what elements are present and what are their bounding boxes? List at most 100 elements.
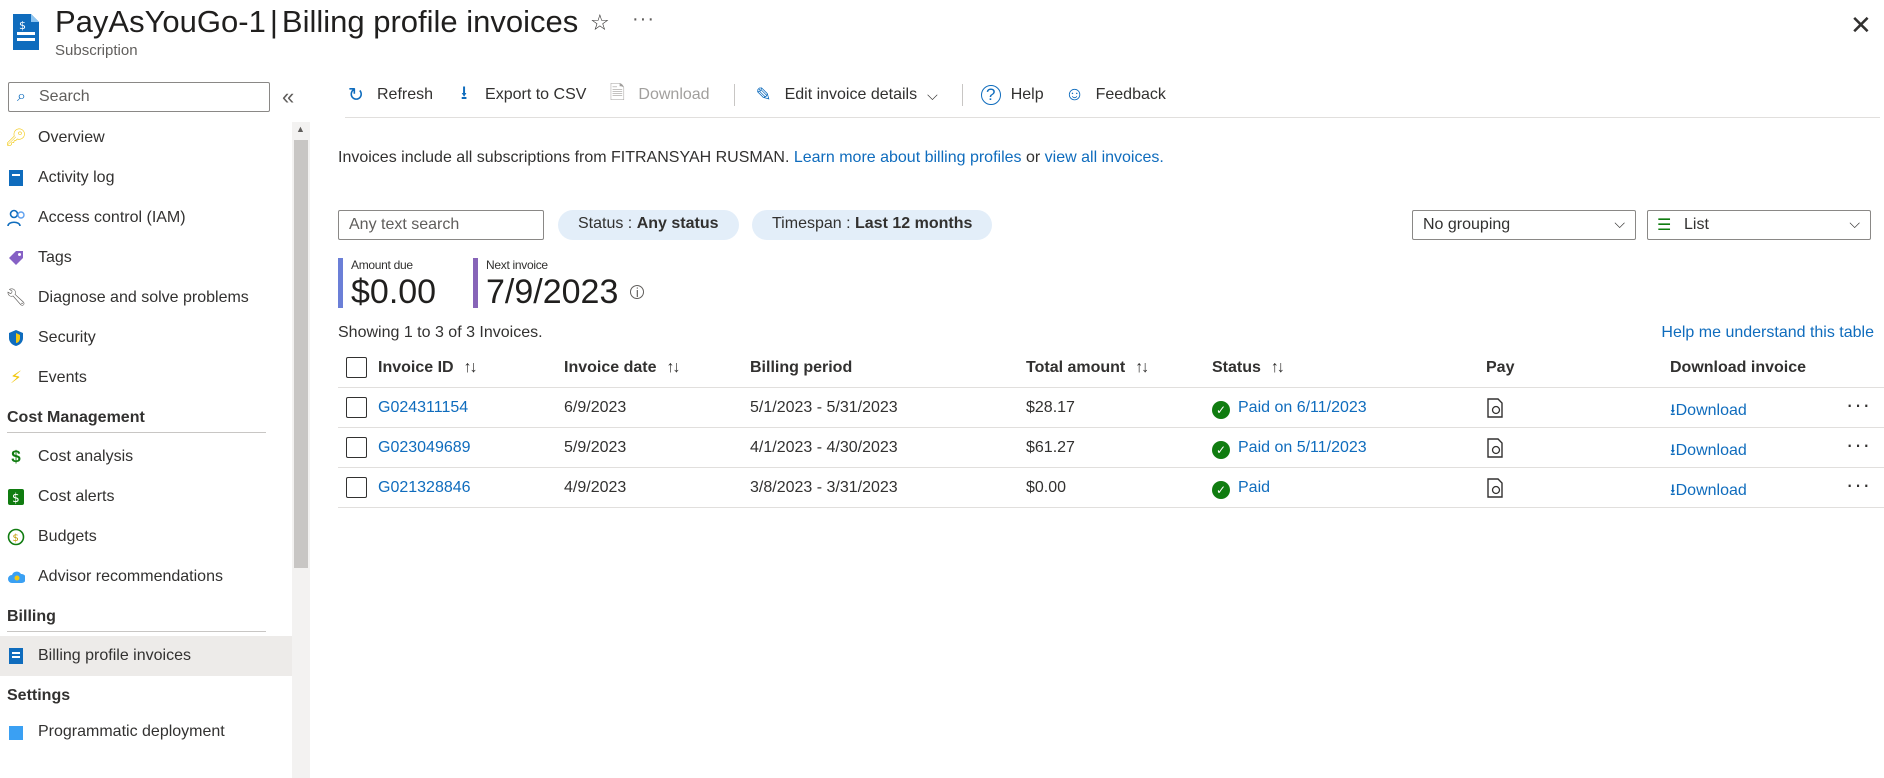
- timespan-filter-pill[interactable]: Timespan : Last 12 months: [752, 210, 993, 240]
- section-divider: [7, 631, 266, 632]
- sidebar-item-cost-analysis[interactable]: $ Cost analysis: [0, 437, 292, 477]
- grouping-dropdown[interactable]: No grouping ⌵: [1412, 210, 1636, 240]
- sidebar-item-programmatic-deployment[interactable]: Programmatic deployment: [0, 712, 292, 752]
- sort-icon[interactable]: ↑↓: [1135, 359, 1149, 376]
- sidebar-item-cost-alerts[interactable]: $ Cost alerts: [0, 477, 292, 517]
- table-row: G024311154 6/9/2023 5/1/2023 - 5/31/2023…: [338, 388, 1884, 428]
- people-icon: [7, 208, 25, 228]
- amount-due-kpi: Amount due $0.00: [338, 258, 436, 310]
- more-icon[interactable]: ···: [632, 8, 655, 31]
- status-link[interactable]: Paid on 6/11/2023: [1238, 399, 1367, 416]
- sidebar-item-label: Diagnose and solve problems: [38, 289, 249, 306]
- sidebar-item-budgets[interactable]: $ Budgets: [0, 517, 292, 557]
- edit-label: Edit invoice details: [784, 86, 918, 103]
- sidebar-item-label: Security: [38, 329, 96, 346]
- row-more-icon[interactable]: ···: [1846, 472, 1871, 498]
- star-icon[interactable]: ☆: [590, 10, 610, 36]
- refresh-label: Refresh: [377, 86, 434, 103]
- sidebar-item-label: Activity log: [38, 169, 115, 186]
- total-amount: $28.17: [1026, 399, 1075, 416]
- sidebar-scrollbar-thumb[interactable]: [294, 140, 308, 568]
- table-header-row: Invoice ID ↑↓ Invoice date ↑↓ Billing peri…: [338, 348, 1884, 388]
- sidebar-item-activity-log[interactable]: Activity log: [0, 158, 292, 198]
- help-understand-table-link[interactable]: Help me understand this table: [1661, 324, 1874, 342]
- info-icon[interactable]: i: [630, 285, 645, 299]
- sort-icon[interactable]: ↑↓: [666, 359, 680, 376]
- lightning-icon: ⚡︎: [10, 368, 22, 387]
- column-header-total-amount[interactable]: Total amount ↑↓: [1026, 359, 1149, 377]
- text-search-input[interactable]: Any text search: [338, 210, 544, 240]
- text-search-placeholder: Any text search: [349, 216, 460, 233]
- status-link[interactable]: Paid on 5/11/2023: [1238, 439, 1367, 456]
- select-all-checkbox[interactable]: [346, 357, 367, 378]
- view-all-invoices-link[interactable]: view all invoices.: [1045, 149, 1164, 166]
- row-more-icon[interactable]: ···: [1846, 432, 1871, 458]
- timespan-filter-label: Timespan :: [772, 215, 851, 232]
- close-icon[interactable]: ✕: [1850, 10, 1872, 41]
- scroll-up-icon[interactable]: ▲: [296, 124, 305, 134]
- row-checkbox[interactable]: [346, 397, 367, 418]
- row-checkbox[interactable]: [346, 437, 367, 458]
- sidebar-item-diagnose[interactable]: 🔧︎ Diagnose and solve problems: [0, 278, 292, 318]
- column-header-invoice-id[interactable]: Invoice ID ↑↓: [378, 359, 478, 377]
- pay-document-icon[interactable]: [1486, 438, 1504, 458]
- sidebar-item-billing-profile-invoices[interactable]: Billing profile invoices: [0, 636, 292, 676]
- column-header-billing-period: Billing period: [750, 359, 853, 376]
- download-link-label: Download: [1675, 482, 1747, 499]
- download-invoice-link[interactable]: ⭳Download: [1670, 402, 1747, 419]
- section-settings: Settings: [7, 687, 71, 704]
- pay-document-icon[interactable]: [1486, 398, 1504, 418]
- page-header: $ PayAsYouGo-1 | Billing profile invoices …: [0, 0, 1884, 70]
- sidebar-item-events[interactable]: ⚡︎ Events: [0, 358, 292, 398]
- status-link[interactable]: Paid: [1238, 479, 1270, 496]
- billing-period: 5/1/2023 - 5/31/2023: [750, 399, 898, 416]
- sidebar-search-input[interactable]: ⌕ Search: [8, 82, 270, 112]
- page-title: PayAsYouGo-1 | Billing profile invoices: [55, 4, 578, 40]
- sidebar-item-access-control[interactable]: Access control (IAM): [0, 198, 292, 238]
- download-button[interactable]: 🗎︎ Download: [606, 80, 719, 110]
- sidebar-item-label: Tags: [38, 249, 72, 266]
- invoice-date: 4/9/2023: [564, 479, 627, 496]
- export-csv-button[interactable]: ⭳ Export to CSV: [453, 80, 596, 110]
- sidebar-item-advisor[interactable]: Advisor recommendations: [0, 557, 292, 597]
- learn-more-link[interactable]: Learn more about billing profiles: [794, 149, 1022, 166]
- invoice-icon: [7, 646, 25, 666]
- toolbar-divider: [733, 84, 735, 106]
- invoice-id-link[interactable]: G021328846: [378, 479, 471, 497]
- sidebar-item-overview[interactable]: 🔑︎ Overview: [0, 118, 292, 158]
- column-header-status[interactable]: Status ↑↓: [1212, 359, 1285, 377]
- status-filter-pill[interactable]: Status : Any status: [558, 210, 739, 240]
- collapse-sidebar-icon[interactable]: «: [282, 84, 294, 110]
- row-checkbox[interactable]: [346, 477, 367, 498]
- download-invoice-link[interactable]: ⭳Download: [1670, 442, 1747, 459]
- sidebar-nav: 🔑︎ Overview Activity log Access control …: [0, 118, 292, 752]
- refresh-button[interactable]: ↻ Refresh: [345, 80, 443, 110]
- toolbar-divider: [961, 84, 963, 106]
- column-header-invoice-date[interactable]: Invoice date ↑↓: [564, 359, 680, 377]
- pay-document-icon[interactable]: [1486, 478, 1504, 498]
- invoice-id-link[interactable]: G024311154: [378, 399, 468, 417]
- download-invoice-link[interactable]: ⭳Download: [1670, 482, 1747, 499]
- pencil-icon: ✎: [755, 84, 772, 106]
- view-dropdown[interactable]: ☰ List ⌵: [1647, 210, 1871, 240]
- sidebar-item-label: Cost alerts: [38, 488, 115, 505]
- status-filter-label: Status :: [578, 215, 633, 232]
- key-icon: 🔑︎: [5, 128, 27, 147]
- timespan-filter-value: Last 12 months: [855, 215, 973, 232]
- success-check-icon: ✓: [1212, 401, 1230, 419]
- table-row: G021328846 4/9/2023 3/8/2023 - 3/31/2023…: [338, 468, 1884, 508]
- column-label: Invoice date: [564, 359, 657, 376]
- feedback-button[interactable]: ☺ Feedback: [1064, 80, 1176, 110]
- row-more-icon[interactable]: ···: [1846, 392, 1871, 418]
- sort-icon[interactable]: ↑↓: [464, 359, 478, 376]
- edit-invoice-details-button[interactable]: ✎ Edit invoice details ⌵: [753, 80, 948, 110]
- help-icon: ?: [980, 85, 1001, 105]
- invoice-id-link[interactable]: G023049689: [378, 439, 471, 457]
- sidebar-item-label: Budgets: [38, 528, 97, 545]
- sidebar-item-tags[interactable]: Tags: [0, 238, 292, 278]
- sort-icon[interactable]: ↑↓: [1271, 359, 1285, 376]
- sidebar-item-security[interactable]: Security: [0, 318, 292, 358]
- total-amount: $61.27: [1026, 439, 1075, 456]
- cost-analysis-icon: $: [11, 447, 21, 466]
- help-button[interactable]: ? Help: [980, 80, 1054, 110]
